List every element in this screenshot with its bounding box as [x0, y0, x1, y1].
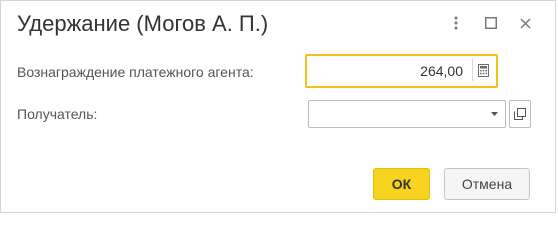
calculator-icon[interactable] [472, 59, 493, 81]
agent-fee-field[interactable] [305, 54, 498, 88]
recipient-label: Получатель: [17, 106, 98, 122]
recipient-input[interactable] [309, 101, 483, 127]
maximize-icon[interactable] [479, 11, 503, 35]
close-icon[interactable] [513, 11, 537, 35]
recipient-field[interactable] [308, 100, 506, 128]
ok-button[interactable]: ОК [373, 168, 430, 200]
cancel-button[interactable]: Отмена [444, 168, 530, 200]
dialog-window: Удержание (Могов А. П.) Вознаграждение п… [0, 0, 556, 213]
agent-fee-label: Вознаграждение платежного агента: [17, 64, 254, 80]
more-vertical-icon[interactable] [444, 11, 468, 35]
open-form-icon[interactable] [509, 100, 531, 128]
dialog-title: Удержание (Могов А. П.) [17, 11, 269, 36]
agent-fee-input[interactable] [307, 56, 467, 86]
chevron-down-icon[interactable] [483, 101, 505, 127]
